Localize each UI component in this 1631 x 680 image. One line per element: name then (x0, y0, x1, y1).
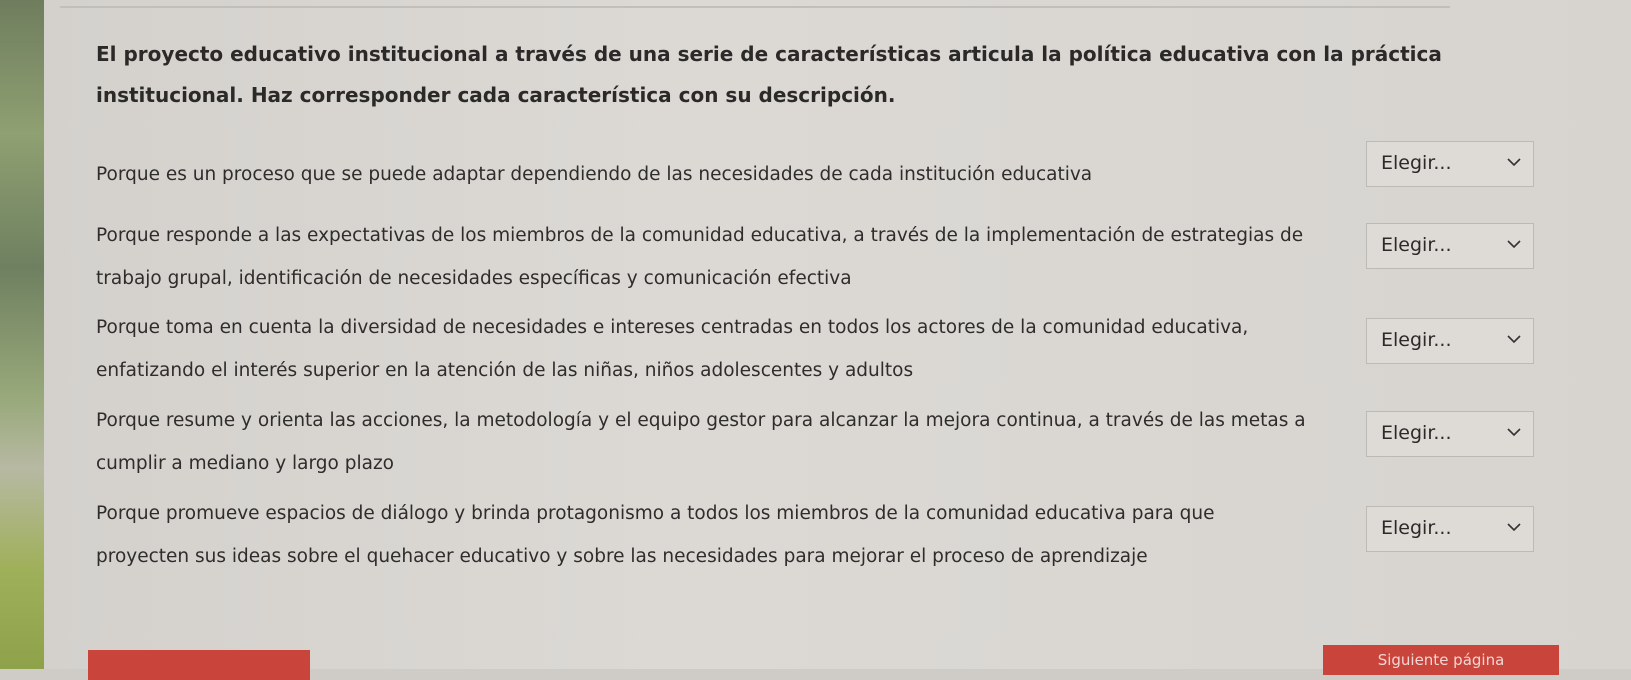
item-5-text-line-1: Porque promueve espacios de diálogo y br… (96, 503, 1215, 524)
match-item-4: Porque resume y orienta las acciones, la… (96, 399, 1346, 485)
match-select-3[interactable]: Elegir... (1366, 318, 1534, 364)
question-line-1: El proyecto educativo institucional a tr… (96, 42, 1442, 66)
match-select-2[interactable]: Elegir... (1366, 223, 1534, 269)
chevron-down-icon (1507, 240, 1521, 249)
item-1-text-line-1: Porque es un proceso que se puede adapta… (96, 164, 1093, 185)
background-foliage (0, 0, 48, 669)
divider (60, 6, 1450, 8)
match-item-1: Porque es un proceso que se puede adapta… (96, 153, 1346, 196)
chevron-down-icon (1507, 523, 1521, 532)
item-2-text-line-2: trabajo grupal, identificación de necesi… (96, 268, 852, 289)
item-3-text-line-2: enfatizando el interés superior en la at… (96, 360, 914, 381)
select-label: Elegir... (1381, 329, 1452, 351)
match-select-5[interactable]: Elegir... (1366, 506, 1534, 552)
question-text: El proyecto educativo institucional a tr… (96, 34, 1476, 116)
match-item-3: Porque toma en cuenta la diversidad de n… (96, 306, 1346, 392)
item-4-text-line-1: Porque resume y orienta las acciones, la… (96, 410, 1306, 431)
chevron-down-icon (1507, 335, 1521, 344)
item-4-text-line-2: cumplir a mediano y largo plazo (96, 453, 394, 474)
previous-page-button[interactable] (88, 650, 310, 680)
select-label: Elegir... (1381, 152, 1452, 174)
select-label: Elegir... (1381, 422, 1452, 444)
select-label: Elegir... (1381, 234, 1452, 256)
select-label: Elegir... (1381, 517, 1452, 539)
match-select-1[interactable]: Elegir... (1366, 141, 1534, 187)
question-line-2: institucional. Haz corresponder cada car… (96, 83, 896, 107)
item-5-text-line-2: proyecten sus ideas sobre el quehacer ed… (96, 546, 1148, 567)
item-3-text-line-1: Porque toma en cuenta la diversidad de n… (96, 317, 1249, 338)
next-page-button[interactable]: Siguiente página (1323, 645, 1559, 675)
match-select-4[interactable]: Elegir... (1366, 411, 1534, 457)
chevron-down-icon (1507, 158, 1521, 167)
chevron-down-icon (1507, 428, 1521, 437)
match-item-5: Porque promueve espacios de diálogo y br… (96, 492, 1346, 578)
match-item-2: Porque responde a las expectativas de lo… (96, 214, 1346, 300)
item-2-text-line-1: Porque responde a las expectativas de lo… (96, 225, 1304, 246)
